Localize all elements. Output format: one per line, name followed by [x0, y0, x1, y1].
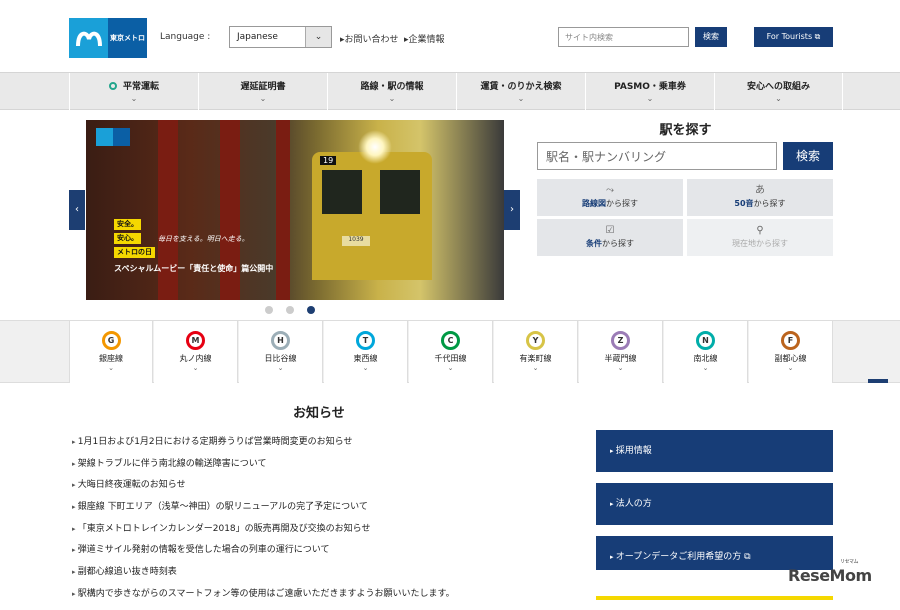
logo-text: 東京メトロ — [108, 18, 147, 58]
line-namboku[interactable]: N 南北線 ⌄ — [664, 321, 748, 383]
nav-item-normal-service[interactable]: 平常運転 ⌄ — [69, 73, 198, 111]
nav-item-pasmo[interactable]: PASMO・乗車券 ⌄ — [585, 73, 714, 111]
language-label: Language : — [160, 32, 211, 42]
news-item[interactable]: 弾道ミサイル発射の情報を受信した場合の列車の運行について — [72, 544, 512, 566]
line-badge-icon: C — [441, 331, 460, 350]
news-item[interactable]: 駅構内で歩きながらのスマートフォン等の使用はご遠慮いただきますようお願いいたしま… — [72, 588, 512, 610]
line-badge-icon: G — [101, 331, 121, 350]
tokyo-metro-logo[interactable]: 東京メトロ — [69, 18, 147, 58]
station-search-button[interactable]: 検索 — [783, 142, 833, 170]
station-search-title: 駅を探す — [659, 123, 712, 138]
metro-mark-icon — [69, 18, 108, 58]
nav-item-safety[interactable]: 安心への取組み ⌄ — [714, 73, 843, 111]
site-search-button[interactable]: 検索 — [695, 27, 727, 47]
news-item[interactable]: 銀座線 下町エリア（浅草〜神田）の駅リニューアルの完了予定について — [72, 501, 512, 523]
news-item[interactable]: 架線トラブルに伴う南北線の輸送障害について — [72, 458, 512, 480]
line-ginza[interactable]: G 銀座線 ⌄ — [69, 321, 153, 383]
search-by-condition[interactable]: ☑ 条件から探す — [537, 219, 683, 256]
hero-caption: スペシャルムービー「責任と使命」篇公開中 — [114, 264, 274, 273]
hero-carousel-slide[interactable]: 19 1039 安全。 安心。 メトロの日 毎日を支える。明日へ走る。 スペシャ… — [86, 120, 504, 300]
search-by-route-map[interactable]: ⤳ 路線図から探す — [537, 179, 683, 216]
site-header: 東京メトロ Language : Japanese ⌄ ▸お問い合わせ ▸企業情… — [0, 0, 900, 72]
headlight — [358, 130, 392, 164]
line-marunouchi[interactable]: M 丸ノ内線 ⌄ — [154, 321, 238, 383]
route-icon: ⤳ — [606, 185, 614, 196]
search-by-kana[interactable]: あ 50音から探す — [687, 179, 833, 216]
corporate-customers-link[interactable]: 法人の方 — [596, 483, 833, 525]
line-badge-icon: H — [271, 331, 290, 350]
line-badge-icon: Z — [611, 331, 630, 350]
carousel-next-button[interactable]: › — [504, 190, 520, 230]
line-chiyoda[interactable]: C 千代田線 ⌄ — [409, 321, 493, 383]
line-fukutoshin[interactable]: F 副都心線 ⌄ — [749, 321, 833, 383]
search-by-location[interactable]: ⚲ 現在地から探す — [687, 219, 833, 256]
for-tourists-button[interactable]: For Tourists ⧉ — [754, 27, 833, 47]
chevron-down-icon: ⌄ — [305, 27, 331, 47]
carousel-indicators — [265, 306, 315, 314]
line-badge-icon: M — [186, 331, 205, 350]
news-title: お知らせ — [293, 406, 345, 421]
line-hibiya[interactable]: H 日比谷線 ⌄ — [239, 321, 323, 383]
external-link-icon: ⧉ — [744, 552, 751, 562]
carousel-dot-active[interactable] — [307, 306, 315, 314]
news-item[interactable]: 大晦日終夜運転のお知らせ — [72, 479, 512, 501]
line-badge-icon: T — [356, 331, 375, 350]
train-number: 19 — [320, 156, 337, 165]
line-badge-icon: F — [781, 331, 800, 350]
external-link-icon: ⧉ — [814, 32, 821, 41]
nav-item-delay-certificate[interactable]: 遅延証明書 ⌄ — [198, 73, 327, 111]
line-badge-icon: Y — [526, 331, 545, 350]
carousel-dot[interactable] — [265, 306, 273, 314]
line-tozai[interactable]: T 東西線 ⌄ — [324, 321, 408, 383]
contact-link[interactable]: ▸お問い合わせ — [340, 32, 399, 45]
news-item[interactable]: 1月1日および1月2日における定期券うりば営業時間変更のお知らせ — [72, 436, 512, 458]
line-hanzomon[interactable]: Z 半蔵門線 ⌄ — [579, 321, 663, 383]
carousel-prev-button[interactable]: ‹ — [69, 190, 85, 230]
tag-safety: 安全。 — [114, 219, 141, 230]
train-image: 19 1039 — [312, 152, 432, 280]
site-search-input[interactable]: サイト内検索 — [558, 27, 689, 47]
line-selector: G 銀座線 ⌄ M 丸ノ内線 ⌄ H 日比谷線 ⌄ T 東西線 ⌄ C 千代田線 ⌄ Y 有楽町線 ⌄ … — [0, 320, 900, 383]
nav-item-fare-search[interactable]: 運賃・のりかえ検索 ⌄ — [456, 73, 585, 111]
nav-item-lines-stations[interactable]: 路線・駅の情報 ⌄ — [327, 73, 456, 111]
banner-strip — [596, 596, 833, 600]
hero-tagline: 毎日を支える。明日へ走る。 — [158, 235, 249, 243]
tag-security: 安心。 — [114, 233, 141, 244]
watermark: ReseMom リセマム — [788, 559, 872, 585]
hero-metro-logo — [96, 128, 130, 146]
service-status-icon — [108, 82, 117, 90]
train-plate: 1039 — [342, 236, 370, 246]
news-item[interactable]: 副都心線追い抜き時刻表 — [72, 566, 512, 588]
location-pin-icon: ⚲ — [756, 225, 764, 236]
language-select[interactable]: Japanese ⌄ — [229, 26, 332, 48]
line-badge-icon: N — [696, 331, 715, 350]
recruit-link[interactable]: 採用情報 — [596, 430, 833, 472]
page-top-tab[interactable] — [868, 379, 888, 383]
global-nav: 平常運転 ⌄ 遅延証明書 ⌄ 路線・駅の情報 ⌄ 運賃・のりかえ検索 ⌄ PASMO・乗… — [0, 72, 900, 111]
open-data-link[interactable]: オープンデータご利用希望の方 ⧉ — [596, 536, 833, 570]
carousel-dot[interactable] — [286, 306, 294, 314]
line-yurakucho[interactable]: Y 有楽町線 ⌄ — [494, 321, 578, 383]
kana-icon: あ — [755, 185, 765, 196]
pillar — [276, 120, 290, 300]
station-search-input[interactable]: 駅名・駅ナンバリング — [537, 142, 777, 170]
checkbox-icon: ☑ — [605, 225, 615, 236]
tag-metro-day: メトロの日 — [114, 247, 155, 258]
corporate-info-link[interactable]: ▸企業情報 — [404, 32, 445, 45]
news-item[interactable]: 「東京メトロトレインカレンダー2018」の販売再開及び交換のお知らせ — [72, 523, 512, 545]
language-value: Japanese — [237, 32, 278, 42]
news-list: 1月1日および1月2日における定期券うりば営業時間変更のお知らせ 架線トラブルに… — [72, 436, 512, 610]
